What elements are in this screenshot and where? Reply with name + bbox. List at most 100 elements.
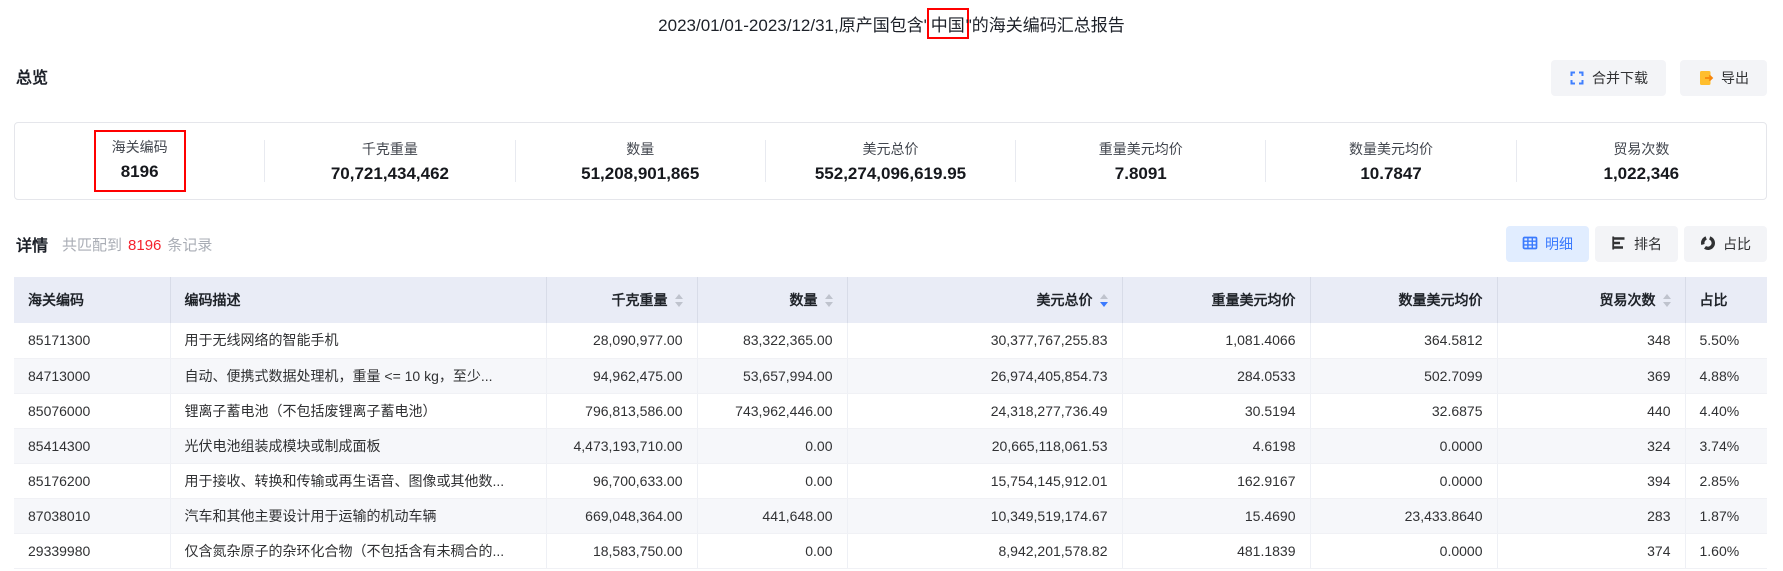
table-cell: 15.4690 (1122, 498, 1311, 534)
table-cell: 0.0000 (1310, 463, 1498, 499)
title-suffix: "的海关编码汇总报告 (965, 16, 1125, 35)
table-cell: 796,813,586.00 (546, 393, 698, 429)
overview-stats-card: 海关编码 8196 千克重量 70,721,434,462 数量 51,208,901,8… (14, 122, 1767, 200)
table-header-row: 海关编码 编码描述 千克重量 数量 美元总价 重量美元均价 数量美元均价 贸易次数 占比 (14, 277, 1767, 323)
stat-item: 重量美元均价 7.8091 (1016, 139, 1265, 184)
title-highlight-box: 中国 (926, 8, 969, 39)
stat-value: 552,274,096,619.95 (814, 163, 967, 183)
table-cell: 87038010 (14, 498, 171, 534)
ranking-icon (1611, 235, 1627, 254)
view-button-占比[interactable]: 占比 (1684, 226, 1767, 262)
stats-row: 海关编码 8196 千克重量 70,721,434,462 数量 51,208,901,8… (15, 130, 1766, 192)
table-cell: 324 (1497, 428, 1686, 464)
stat-label: 海关编码 (111, 139, 168, 155)
stat-item: 美元总价 552,274,096,619.95 (766, 139, 1015, 184)
table-cell: 348 (1497, 323, 1686, 359)
column-header-label: 贸易次数 (1599, 292, 1656, 308)
detail-heading: 详情 (16, 238, 49, 255)
view-switcher: 明细 排名 占比 (1506, 226, 1767, 262)
table-cell: 0.00 (697, 428, 848, 464)
table-cell: 1,081.4066 (1122, 323, 1311, 359)
sort-caret-down (1099, 301, 1108, 307)
stat-value: 70,721,434,462 (330, 163, 449, 183)
table-cell: 32.6875 (1310, 393, 1498, 429)
stat-label: 美元总价 (862, 140, 919, 157)
table-cell: 汽车和其他主要设计用于运输的机动车辆 (170, 498, 547, 534)
stat-value: 8196 (120, 162, 159, 181)
detail-row: 详情 共匹配到 8196 条记录 明细 排名 占比 (16, 225, 1767, 263)
column-header[interactable]: 千克重量 (546, 277, 698, 323)
table-cell: 0.00 (697, 533, 848, 569)
table-cell: 374 (1497, 533, 1686, 569)
stat-label: 重量美元均价 (1098, 140, 1183, 157)
view-button-排名[interactable]: 排名 (1595, 226, 1678, 262)
column-header: 海关编码 (14, 277, 171, 323)
table-cell: 30.5194 (1122, 393, 1311, 429)
stat-value: 1,022,346 (1603, 163, 1680, 183)
column-header[interactable]: 贸易次数 (1497, 277, 1686, 323)
stat-item: 千克重量 70,721,434,462 (265, 139, 514, 184)
stat-value: 7.8091 (1114, 163, 1167, 183)
table-cell: 669,048,364.00 (546, 498, 698, 534)
stat-label: 贸易次数 (1613, 140, 1670, 157)
table-row: 84713000 自动、便携式数据处理机，重量 <= 10 kg，至少... 94,… (14, 358, 1767, 394)
column-header: 编码描述 (170, 277, 547, 323)
table-cell: 28,090,977.00 (546, 323, 698, 359)
table-icon (1522, 235, 1538, 254)
table-cell: 440 (1497, 393, 1686, 429)
table-row: 85414300 光伏电池组装成模块或制成面板 4,473,193,710.00 0.… (14, 428, 1767, 464)
table-cell: 4.6198 (1122, 428, 1311, 464)
column-header-label: 数量美元均价 (1398, 292, 1483, 308)
stat-label: 数量美元均价 (1349, 140, 1434, 157)
table-cell: 0.0000 (1310, 428, 1498, 464)
table-cell: 364.5812 (1310, 323, 1498, 359)
table-cell: 自动、便携式数据处理机，重量 <= 10 kg，至少... (170, 358, 547, 394)
table-cell: 24,318,277,736.49 (847, 393, 1123, 429)
table-row: 85171300 用于无线网络的智能手机 28,090,977.00 83,322,3… (14, 323, 1767, 359)
table-cell: 29339980 (14, 533, 171, 569)
table-cell: 284.0533 (1122, 358, 1311, 394)
column-header-label: 编码描述 (184, 292, 241, 308)
table-cell: 23,433.8640 (1310, 498, 1498, 534)
table-cell: 96,700,633.00 (546, 463, 698, 499)
column-header[interactable]: 数量 (697, 277, 848, 323)
export-button[interactable]: 导出 (1680, 60, 1767, 96)
sort-caret-down (674, 301, 683, 307)
table-cell: 30,377,767,255.83 (847, 323, 1123, 359)
table-cell: 83,322,365.00 (697, 323, 848, 359)
export-label: 导出 (1721, 70, 1749, 86)
sort-caret-down (1662, 301, 1671, 307)
stat-item: 海关编码 8196 (15, 130, 264, 192)
column-header[interactable]: 美元总价 (847, 277, 1123, 323)
pie-icon (1700, 235, 1716, 254)
table-cell: 0.00 (697, 463, 848, 499)
stat-item: 贸易次数 1,022,346 (1517, 139, 1766, 184)
table-cell: 85171300 (14, 323, 171, 359)
column-header-label: 数量 (789, 292, 818, 308)
view-button-label: 明细 (1545, 236, 1573, 252)
stat-value: 51,208,901,865 (581, 163, 700, 183)
merge-download-icon (1569, 70, 1585, 86)
table-cell: 85076000 (14, 393, 171, 429)
table-cell: 283 (1497, 498, 1686, 534)
column-header-label: 美元总价 (1036, 292, 1093, 308)
table-row: 85076000 锂离子蓄电池（不包括废锂离子蓄电池） 796,813,586.00… (14, 393, 1767, 429)
overview-heading: 总览 (16, 70, 49, 87)
table-cell: 2.85% (1685, 463, 1767, 499)
table-cell: 94,962,475.00 (546, 358, 698, 394)
sort-caret-down (824, 301, 833, 307)
table-cell: 仅含氮杂原子的杂环化合物（不包括含有未稠合的... (170, 533, 547, 569)
merge-download-button[interactable]: 合并下载 (1551, 60, 1666, 96)
view-button-明细[interactable]: 明细 (1506, 226, 1589, 262)
table-cell: 用于接收、转换和传输或再生语音、图像或其他数... (170, 463, 547, 499)
table-cell: 5.50% (1685, 323, 1767, 359)
table-cell: 1.60% (1685, 533, 1767, 569)
table-cell: 锂离子蓄电池（不包括废锂离子蓄电池） (170, 393, 547, 429)
table-cell: 481.1839 (1122, 533, 1311, 569)
stat-highlight-box: 海关编码 8196 (93, 130, 186, 192)
view-button-label: 排名 (1634, 236, 1662, 252)
table-cell: 4.40% (1685, 393, 1767, 429)
page-title: 2023/01/01-2023/12/31,原产国包含"中国"的海关编码汇总报告 (0, 8, 1783, 39)
table-cell: 84713000 (14, 358, 171, 394)
table-cell: 4,473,193,710.00 (546, 428, 698, 464)
